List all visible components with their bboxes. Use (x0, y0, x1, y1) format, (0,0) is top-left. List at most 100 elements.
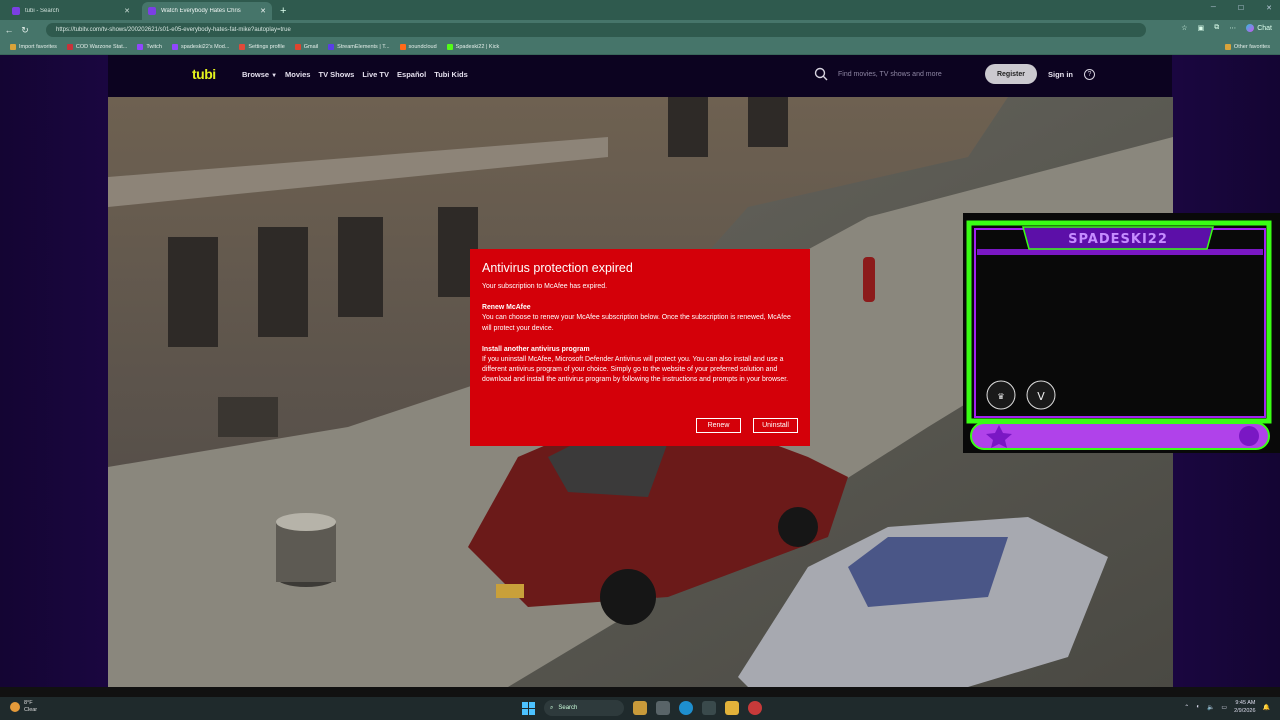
bookmark-kick[interactable]: Spadeski22 | Kick (446, 44, 500, 50)
copilot-button[interactable]: Chat (1246, 24, 1272, 32)
network-icon[interactable]: ◐ (1196, 704, 1200, 710)
nav-espanol[interactable]: Español (397, 70, 426, 79)
bookmark-import-favorites[interactable]: Import favorites (10, 44, 57, 50)
stream-webcam-overlay: SPADESKI22 ♛ V (963, 213, 1280, 453)
weather-widget[interactable]: 8°F Clear (10, 700, 37, 714)
bookmark-favicon-icon (66, 44, 73, 50)
bookmark-settings-profile[interactable]: Settings profile (239, 44, 285, 50)
close-tab-icon[interactable]: ✕ (124, 7, 130, 15)
renew-button[interactable]: Renew (696, 418, 741, 433)
weather-cond: Clear (24, 707, 38, 713)
tab-tubi-search[interactable]: tubi - Search ✕ (6, 2, 136, 20)
windows-taskbar: 8°F Clear ⌕ Search ⌃ ◐ 🔈 ▭ 9:45 AM 2/9/2… (0, 697, 1280, 720)
kick-icon (446, 44, 453, 50)
help-icon[interactable]: ? (1084, 69, 1095, 80)
minimize-icon[interactable]: ─ (1211, 4, 1216, 12)
browser-toolbar-icons: ☆ ▣ ⧉ ⋯ Chat (1181, 24, 1272, 32)
weather-text: 8°F Clear (24, 700, 37, 714)
bookmark-gmail[interactable]: Gmail (294, 44, 319, 50)
task-view-icon[interactable] (656, 701, 670, 715)
bookmark-cod-warzone[interactable]: COD Warzone Stat... (66, 44, 127, 50)
clock-time: 9:45 AM (1235, 700, 1256, 706)
file-explorer-icon[interactable] (725, 701, 739, 715)
extensions-icon[interactable]: ⧉ (1214, 24, 1219, 32)
bookmark-mod-view[interactable]: spadeski22's Mod... (171, 44, 230, 50)
tubi-search[interactable]: Find movies, TV shows and more (814, 64, 976, 84)
nav-live-tv[interactable]: Live TV (362, 70, 389, 79)
chevron-down-icon: ▼ (271, 73, 278, 79)
app-icon[interactable] (702, 701, 716, 715)
obs-icon[interactable] (748, 701, 762, 715)
edge-icon[interactable] (679, 701, 693, 715)
twitch-icon (137, 44, 144, 50)
taskbar-search[interactable]: ⌕ Search (544, 700, 624, 716)
folder-icon (1224, 44, 1231, 50)
taskbar-search-label: Search (558, 705, 578, 711)
bookmark-label: Settings profile (248, 44, 285, 50)
url-text: https://tubitv.com/tv-shows/200202621/s0… (56, 27, 291, 33)
tubi-logo[interactable]: tubi (192, 66, 216, 82)
tab-title: tubi - Search (25, 8, 60, 14)
nav-label: Browse (242, 70, 270, 79)
soundcloud-icon (399, 44, 406, 50)
refresh-icon[interactable]: ↻ (18, 25, 32, 36)
bookmark-label: Spadeski22 | Kick (455, 44, 500, 50)
maximize-icon[interactable]: ☐ (1238, 4, 1244, 12)
bookmark-label: soundcloud (408, 44, 437, 50)
new-tab-button[interactable]: + (280, 2, 286, 20)
copilot-label: Chat (1257, 24, 1272, 32)
notifications-icon[interactable]: 🔔 (1263, 704, 1270, 711)
favorite-star-icon[interactable]: ☆ (1181, 24, 1187, 32)
nav-browse[interactable]: Browse ▼ (242, 70, 277, 79)
overlay-frame-image: SPADESKI22 ♛ V (963, 213, 1280, 453)
start-button[interactable] (522, 701, 535, 715)
streamelements-icon (328, 44, 335, 50)
bookmark-label: Twitch (146, 44, 162, 50)
tubi-favicon-icon (12, 7, 20, 15)
install-section: Install another antivirus program If you… (482, 345, 798, 386)
chevron-up-icon[interactable]: ⌃ (1184, 704, 1189, 711)
taskbar-clock[interactable]: 9:45 AM 2/9/2026 (1234, 699, 1255, 715)
browser-tab-strip: tubi - Search ✕ Watch Everybody Hates Ch… (0, 0, 1280, 20)
nav-movies[interactable]: Movies (285, 70, 310, 79)
bookmark-label: Gmail (303, 44, 319, 50)
nav-tv-shows[interactable]: TV Shows (318, 70, 354, 79)
system-tray: ⌃ ◐ 🔈 ▭ 9:45 AM 2/9/2026 🔔 (1184, 699, 1270, 715)
bookmark-streamelements[interactable]: StreamElements | T... (328, 44, 390, 50)
folder-icon (10, 44, 16, 50)
url-field[interactable]: https://tubitv.com/tv-shows/200202621/s0… (46, 23, 1146, 37)
antivirus-expired-dialog: Antivirus protection expired Your subscr… (470, 249, 810, 446)
tubi-nav: Browse ▼ Movies TV Shows Live TV Español … (242, 70, 468, 79)
copilot-icon (1246, 24, 1255, 32)
search-icon: ⌕ (550, 704, 554, 711)
bookmark-twitch[interactable]: Twitch (137, 44, 162, 50)
register-button[interactable]: Register (985, 64, 1037, 84)
search-icon (814, 67, 828, 81)
sign-in-link[interactable]: Sign in (1048, 70, 1073, 79)
bookmark-soundcloud[interactable]: soundcloud (399, 44, 437, 50)
svg-text:V: V (1037, 390, 1045, 403)
nav-tubi-kids[interactable]: Tubi Kids (434, 70, 468, 79)
uninstall-button[interactable]: Uninstall (753, 418, 798, 433)
close-window-icon[interactable]: ✕ (1266, 4, 1272, 12)
widget-icon[interactable] (633, 701, 647, 715)
bookmark-other-favorites[interactable]: Other favorites (1224, 44, 1270, 50)
twitch-icon (171, 44, 178, 50)
gmail-icon (294, 44, 301, 50)
svg-text:♛: ♛ (997, 392, 1004, 401)
collections-icon[interactable]: ▣ (1198, 24, 1205, 32)
clock-date: 2/9/2026 (1234, 708, 1256, 714)
battery-icon[interactable]: ▭ (1221, 704, 1227, 711)
tubi-favicon-icon (148, 7, 156, 15)
bookmark-label: Other favorites (1233, 44, 1270, 50)
more-menu-icon[interactable]: ⋯ (1229, 24, 1236, 32)
volume-icon[interactable]: 🔈 (1207, 704, 1214, 711)
back-icon[interactable]: ← (2, 25, 16, 35)
bookmark-favicon-icon (239, 44, 246, 50)
weather-icon (10, 702, 20, 712)
tab-watch-everybody-hates-chris[interactable]: Watch Everybody Hates Chris ✕ (142, 2, 272, 20)
install-heading: Install another antivirus program (482, 345, 590, 353)
bookmark-label: spadeski22's Mod... (180, 44, 230, 50)
close-tab-icon[interactable]: ✕ (260, 7, 266, 15)
install-body: If you uninstall McAfee, Microsoft Defen… (482, 356, 789, 384)
